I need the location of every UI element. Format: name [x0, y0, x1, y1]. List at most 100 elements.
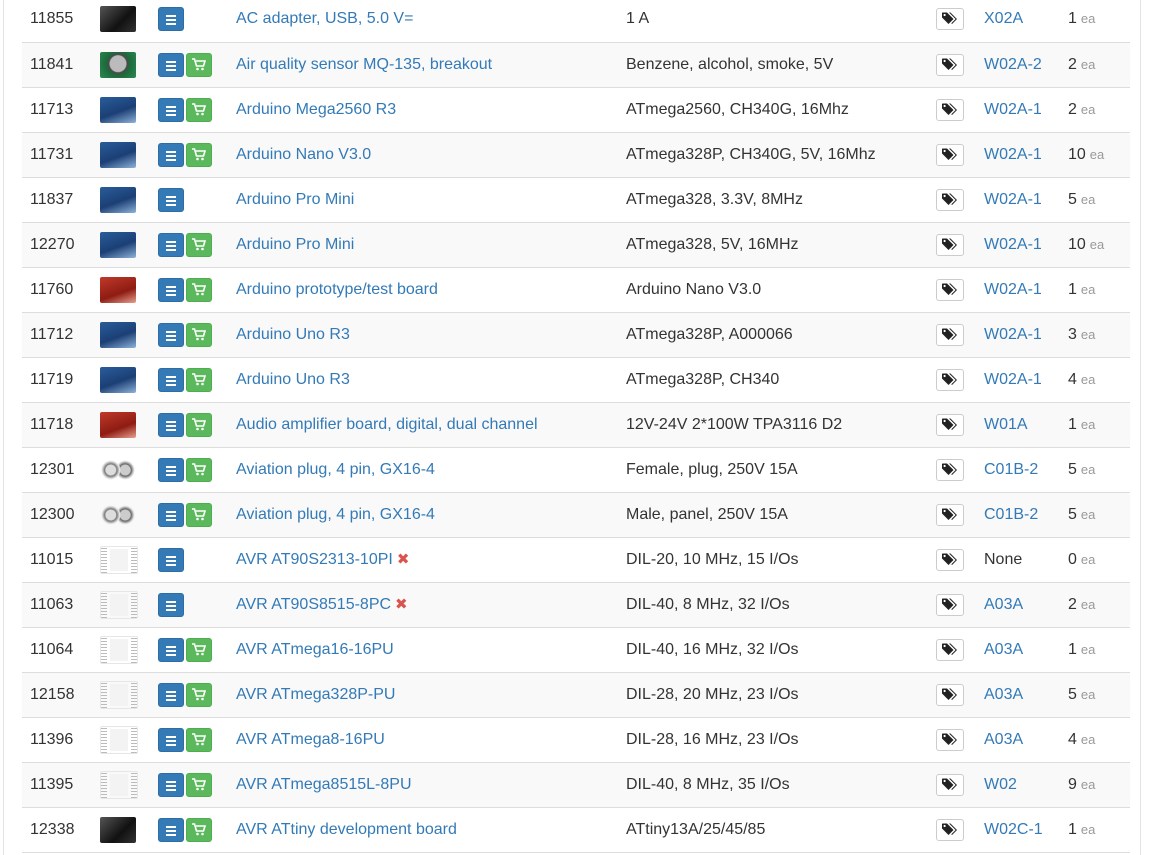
- location-link[interactable]: W02: [984, 776, 1017, 793]
- add-to-cart-button[interactable]: [186, 637, 212, 662]
- part-name-link[interactable]: Arduino Pro Mini: [236, 191, 354, 208]
- details-button[interactable]: [158, 727, 184, 752]
- location-link[interactable]: W01A: [984, 416, 1028, 433]
- part-name-link[interactable]: AVR ATmega16-16PU: [236, 641, 394, 658]
- part-thumbnail[interactable]: [100, 725, 138, 754]
- details-button[interactable]: [158, 97, 184, 122]
- location-link[interactable]: W02A-1: [984, 371, 1042, 388]
- tag-button[interactable]: [936, 323, 964, 346]
- tag-button[interactable]: [936, 773, 964, 796]
- details-button[interactable]: [158, 547, 184, 572]
- tag-button[interactable]: [936, 368, 964, 391]
- part-name-link[interactable]: Arduino Pro Mini: [236, 236, 354, 253]
- part-name-link[interactable]: Arduino Uno R3: [236, 326, 350, 343]
- add-to-cart-button[interactable]: [186, 772, 212, 797]
- details-button[interactable]: [158, 682, 184, 707]
- tag-button[interactable]: [936, 8, 964, 31]
- tag-button[interactable]: [936, 233, 964, 256]
- add-to-cart-button[interactable]: [186, 457, 212, 482]
- part-name-link[interactable]: Arduino Uno R3: [236, 371, 350, 388]
- tag-button[interactable]: [936, 53, 964, 76]
- details-button[interactable]: [158, 277, 184, 302]
- part-thumbnail[interactable]: [100, 96, 136, 123]
- add-to-cart-button[interactable]: [186, 277, 212, 302]
- details-button[interactable]: [158, 232, 184, 257]
- location-link[interactable]: W02A-1: [984, 191, 1042, 208]
- part-thumbnail[interactable]: [100, 545, 138, 574]
- part-thumbnail[interactable]: [100, 590, 138, 619]
- tag-button[interactable]: [936, 458, 964, 481]
- part-name-link[interactable]: Aviation plug, 4 pin, GX16-4: [236, 461, 435, 478]
- details-button[interactable]: [158, 7, 184, 32]
- part-thumbnail[interactable]: [100, 501, 136, 528]
- part-name-link[interactable]: AVR ATmega328P-PU: [236, 686, 395, 703]
- add-to-cart-button[interactable]: [186, 232, 212, 257]
- part-thumbnail[interactable]: [100, 51, 136, 78]
- part-thumbnail[interactable]: [100, 186, 136, 213]
- location-link[interactable]: C01B-2: [984, 461, 1038, 478]
- part-name-link[interactable]: AVR ATmega8515L-8PU: [236, 776, 412, 793]
- details-button[interactable]: [158, 187, 184, 212]
- part-thumbnail[interactable]: [100, 276, 136, 303]
- part-thumbnail[interactable]: [100, 366, 136, 393]
- location-link[interactable]: A03A: [984, 641, 1023, 658]
- part-thumbnail[interactable]: [100, 770, 138, 799]
- details-button[interactable]: [158, 322, 184, 347]
- location-link[interactable]: W02A-1: [984, 326, 1042, 343]
- tag-button[interactable]: [936, 593, 964, 616]
- tag-button[interactable]: [936, 818, 964, 841]
- part-name-link[interactable]: AVR AT90S8515-8PC: [236, 596, 391, 613]
- add-to-cart-button[interactable]: [186, 682, 212, 707]
- tag-button[interactable]: [936, 143, 964, 166]
- details-button[interactable]: [158, 412, 184, 437]
- add-to-cart-button[interactable]: [186, 142, 212, 167]
- location-link[interactable]: A03A: [984, 686, 1023, 703]
- tag-button[interactable]: [936, 683, 964, 706]
- details-button[interactable]: [158, 592, 184, 617]
- add-to-cart-button[interactable]: [186, 367, 212, 392]
- location-link[interactable]: W02A-2: [984, 56, 1042, 73]
- part-name-link[interactable]: Arduino Mega2560 R3: [236, 101, 396, 118]
- location-link[interactable]: W02A-1: [984, 281, 1042, 298]
- part-thumbnail[interactable]: [100, 635, 138, 664]
- tag-button[interactable]: [936, 728, 964, 751]
- part-name-link[interactable]: Audio amplifier board, digital, dual cha…: [236, 416, 538, 433]
- part-name-link[interactable]: AC adapter, USB, 5.0 V=: [236, 10, 413, 27]
- part-thumbnail[interactable]: [100, 141, 136, 168]
- part-name-link[interactable]: AVR ATtiny development board: [236, 821, 457, 838]
- part-name-link[interactable]: AVR ATmega8-16PU: [236, 731, 385, 748]
- tag-button[interactable]: [936, 548, 964, 571]
- tag-button[interactable]: [936, 503, 964, 526]
- location-link[interactable]: W02A-1: [984, 101, 1042, 118]
- part-thumbnail[interactable]: [100, 411, 136, 438]
- part-name-link[interactable]: Air quality sensor MQ-135, breakout: [236, 56, 492, 73]
- details-button[interactable]: [158, 502, 184, 527]
- part-thumbnail[interactable]: [100, 816, 136, 843]
- part-name-link[interactable]: Aviation plug, 4 pin, GX16-4: [236, 506, 435, 523]
- details-button[interactable]: [158, 52, 184, 77]
- add-to-cart-button[interactable]: [186, 727, 212, 752]
- tag-button[interactable]: [936, 413, 964, 436]
- part-name-link[interactable]: AVR AT90S2313-10PI: [236, 551, 393, 568]
- part-thumbnail[interactable]: [100, 680, 138, 709]
- add-to-cart-button[interactable]: [186, 817, 212, 842]
- location-link[interactable]: C01B-2: [984, 506, 1038, 523]
- details-button[interactable]: [158, 457, 184, 482]
- tag-button[interactable]: [936, 278, 964, 301]
- tag-button[interactable]: [936, 638, 964, 661]
- details-button[interactable]: [158, 367, 184, 392]
- location-link[interactable]: A03A: [984, 596, 1023, 613]
- add-to-cart-button[interactable]: [186, 52, 212, 77]
- location-link[interactable]: W02C-1: [984, 821, 1043, 838]
- part-name-link[interactable]: Arduino Nano V3.0: [236, 146, 371, 163]
- add-to-cart-button[interactable]: [186, 412, 212, 437]
- part-thumbnail[interactable]: [100, 456, 136, 483]
- location-link[interactable]: W02A-1: [984, 146, 1042, 163]
- details-button[interactable]: [158, 817, 184, 842]
- add-to-cart-button[interactable]: [186, 97, 212, 122]
- location-link[interactable]: W02A-1: [984, 236, 1042, 253]
- part-thumbnail[interactable]: [100, 6, 136, 33]
- part-thumbnail[interactable]: [100, 231, 136, 258]
- part-thumbnail[interactable]: [100, 321, 136, 348]
- part-name-link[interactable]: Arduino prototype/test board: [236, 281, 438, 298]
